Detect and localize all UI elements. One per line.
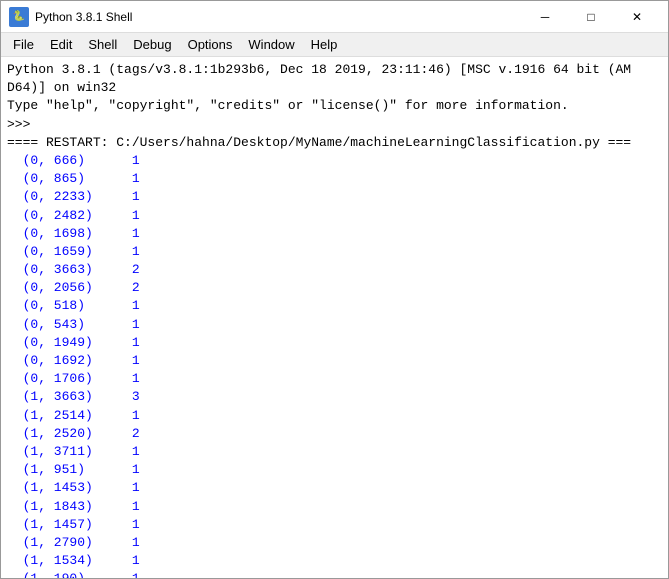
- maximize-icon: □: [587, 10, 594, 24]
- menu-help[interactable]: Help: [303, 35, 346, 54]
- console-line: (0, 518) 1: [7, 297, 662, 315]
- console-line: (0, 2233) 1: [7, 188, 662, 206]
- console-line: (0, 1698) 1: [7, 225, 662, 243]
- console-line: (1, 2520) 2: [7, 425, 662, 443]
- menu-shell[interactable]: Shell: [80, 35, 125, 54]
- console-line: (1, 1457) 1: [7, 516, 662, 534]
- console-line: (1, 3663) 3: [7, 388, 662, 406]
- console-line: (1, 2790) 1: [7, 534, 662, 552]
- console-line: (0, 2056) 2: [7, 279, 662, 297]
- menu-file[interactable]: File: [5, 35, 42, 54]
- console-line: (0, 1949) 1: [7, 334, 662, 352]
- console-line: (0, 865) 1: [7, 170, 662, 188]
- console-line: (1, 951) 1: [7, 461, 662, 479]
- minimize-icon: ─: [541, 10, 550, 24]
- console-line: (1, 2514) 1: [7, 407, 662, 425]
- minimize-button[interactable]: ─: [522, 1, 568, 33]
- console-line: (1, 1843) 1: [7, 498, 662, 516]
- title-bar: 🐍 Python 3.8.1 Shell ─ □ ✕: [1, 1, 668, 33]
- console-line: (0, 1706) 1: [7, 370, 662, 388]
- window: 🐍 Python 3.8.1 Shell ─ □ ✕ File Edit She…: [0, 0, 669, 579]
- app-icon: 🐍: [9, 7, 29, 27]
- menu-options[interactable]: Options: [180, 35, 241, 54]
- console-line: Type "help", "copyright", "credits" or "…: [7, 97, 662, 115]
- console-line: D64)] on win32: [7, 79, 662, 97]
- menu-debug[interactable]: Debug: [125, 35, 179, 54]
- console-line: (1, 1534) 1: [7, 552, 662, 570]
- console-line: (0, 2482) 1: [7, 207, 662, 225]
- menu-edit[interactable]: Edit: [42, 35, 80, 54]
- menu-window[interactable]: Window: [240, 35, 302, 54]
- console-line: (0, 1659) 1: [7, 243, 662, 261]
- console-line: (1, 190) 1: [7, 570, 662, 578]
- console-line: (0, 666) 1: [7, 152, 662, 170]
- console-output[interactable]: Python 3.8.1 (tags/v3.8.1:1b293b6, Dec 1…: [1, 57, 668, 578]
- window-controls: ─ □ ✕: [522, 1, 660, 33]
- close-icon: ✕: [632, 10, 642, 24]
- maximize-button[interactable]: □: [568, 1, 614, 33]
- window-title: Python 3.8.1 Shell: [35, 10, 522, 24]
- console-line: >>>: [7, 116, 662, 134]
- console-line: (0, 543) 1: [7, 316, 662, 334]
- console-line: (1, 3711) 1: [7, 443, 662, 461]
- close-button[interactable]: ✕: [614, 1, 660, 33]
- console-line: (0, 3663) 2: [7, 261, 662, 279]
- menu-bar: File Edit Shell Debug Options Window Hel…: [1, 33, 668, 57]
- console-line: Python 3.8.1 (tags/v3.8.1:1b293b6, Dec 1…: [7, 61, 662, 79]
- console-line: (0, 1692) 1: [7, 352, 662, 370]
- console-line: (1, 1453) 1: [7, 479, 662, 497]
- console-line: ==== RESTART: C:/Users/hahna/Desktop/MyN…: [7, 134, 662, 152]
